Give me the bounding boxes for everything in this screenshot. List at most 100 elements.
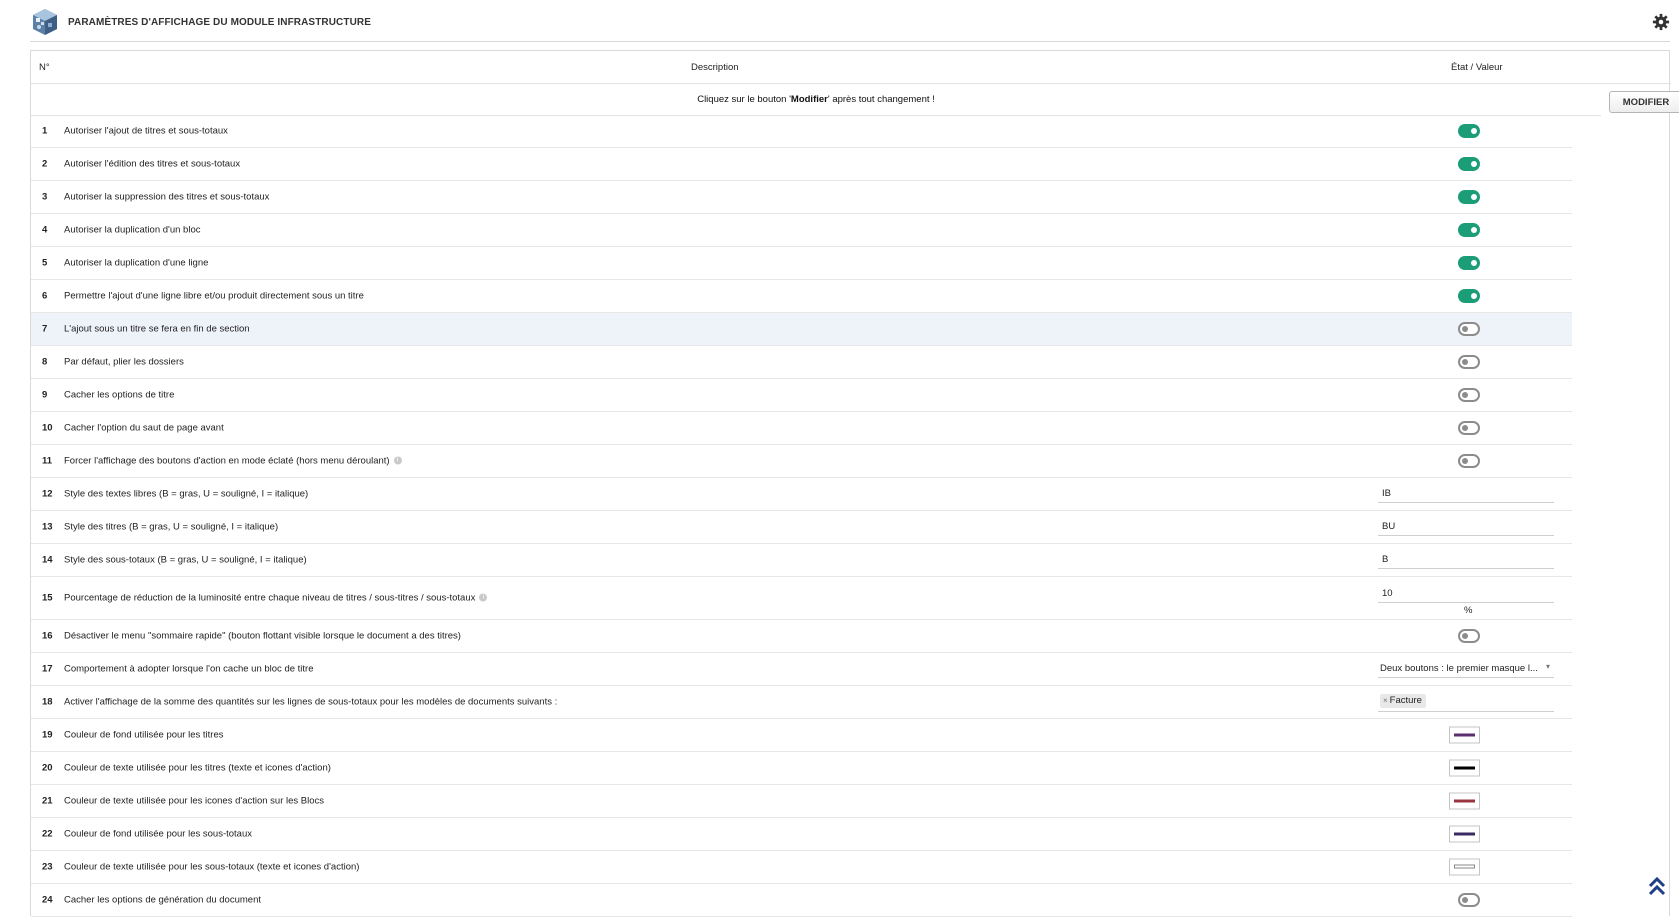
table-row: 6 Permettre l'ajout d'une ligne libre et/… (31, 280, 1572, 313)
table-row: 22 Couleur de fond utilisée pour les sous… (31, 818, 1572, 851)
toggle-switch-off[interactable] (1458, 355, 1480, 369)
row-description: Autoriser l'édition des titres et sous-t… (64, 159, 240, 170)
double-chevron-up-icon[interactable] (1646, 875, 1668, 897)
row-number: 5 (42, 257, 48, 269)
row-description-text: Autoriser l'édition des titres et sous-t… (64, 158, 241, 170)
color-swatch (1454, 733, 1475, 737)
value-input[interactable] (1378, 551, 1554, 569)
color-swatch (1454, 766, 1475, 770)
row-description: Autoriser la suppression des titres et s… (64, 192, 269, 203)
modify-notice: Cliquez sur le bouton 'Modifier' après t… (31, 94, 1601, 105)
toggle-switch-on[interactable] (1458, 223, 1480, 237)
toggle-switch-on[interactable] (1458, 289, 1480, 303)
row-description: Pourcentage de réduction de la luminosit… (64, 592, 488, 604)
table-row: 11 Forcer l'affichage des boutons d'actio… (31, 445, 1572, 478)
row-number: 8 (42, 356, 48, 368)
value-input[interactable] (1378, 485, 1554, 503)
color-picker[interactable] (1449, 792, 1480, 810)
row-description-text: Couleur de fond utilisée pour les sous-t… (64, 828, 253, 840)
module-cube-icon (33, 9, 57, 35)
toggle-switch-off[interactable] (1458, 893, 1480, 907)
toggle-switch-off[interactable] (1458, 421, 1480, 435)
row-description: Cacher les options de titre (64, 390, 174, 401)
row-number: 6 (42, 290, 48, 302)
color-picker[interactable] (1449, 726, 1480, 744)
table-row: 13 Style des titres (B = gras, U = soulig… (31, 511, 1572, 544)
toggle-switch-on[interactable] (1458, 157, 1480, 171)
row-number: 2 (42, 158, 48, 170)
table-row: 4 Autoriser la duplication d'un bloc (31, 214, 1572, 247)
row-number: 20 (42, 762, 53, 774)
row-number: 4 (42, 224, 48, 236)
behavior-select[interactable]: Deux boutons : le premier masque l... ▾ (1378, 660, 1554, 678)
row-description-text: Cacher les options de génération du docu… (64, 894, 261, 906)
row-description: Style des titres (B = gras, U = souligné… (64, 522, 278, 533)
row-description-text: Autoriser la duplication d'une ligne (64, 257, 209, 269)
row-description-text: Couleur de texte utilisée pour les icone… (64, 795, 325, 807)
table-row: 12 Style des textes libres (B = gras, U =… (31, 478, 1572, 511)
color-picker[interactable] (1449, 759, 1480, 777)
row-description-text: L'ajout sous un titre se fera en fin de … (64, 323, 250, 335)
value-input[interactable] (1378, 518, 1554, 536)
row-description-text: Autoriser l'ajout de titres et sous-tota… (64, 125, 228, 137)
row-description: Autoriser la duplication d'une ligne (64, 258, 208, 269)
row-description: Couleur de fond utilisée pour les sous-t… (64, 829, 252, 840)
row-description: Couleur de texte utilisée pour les titre… (64, 763, 331, 774)
info-icon[interactable]: i (393, 456, 402, 465)
notice-suffix: ' après tout changement ! (827, 94, 935, 105)
toggle-switch-off[interactable] (1458, 388, 1480, 402)
toggle-switch-on[interactable] (1458, 190, 1480, 204)
row-description-text: Autoriser la duplication d'un bloc (64, 224, 201, 236)
toggle-switch-on[interactable] (1458, 256, 1480, 270)
table-row: 14 Style des sous-totaux (B = gras, U = s… (31, 544, 1572, 577)
toggle-switch-on[interactable] (1458, 124, 1480, 138)
notice-row: Cliquez sur le bouton 'Modifier' après t… (31, 83, 1601, 116)
row-description: Par défaut, plier les dossiers (64, 357, 184, 368)
document-model-multiselect[interactable]: × Facture (1378, 692, 1554, 712)
color-picker[interactable] (1449, 858, 1480, 876)
row-description-text: Forcer l'affichage des boutons d'action … (64, 455, 390, 467)
info-icon[interactable]: i (479, 593, 488, 602)
row-number: 11 (42, 455, 53, 467)
row-description-text: Couleur de texte utilisée pour les titre… (64, 762, 331, 774)
row-description-text: Cacher les options de titre (64, 389, 175, 401)
row-description-text: Permettre l'ajout d'une ligne libre et/o… (64, 290, 364, 302)
row-description: Autoriser l'ajout de titres et sous-tota… (64, 126, 228, 137)
column-header-description: Description (691, 62, 739, 73)
row-description: Permettre l'ajout d'une ligne libre et/o… (64, 291, 364, 302)
column-header-number: N° (39, 62, 50, 73)
toggle-switch-off[interactable] (1458, 629, 1480, 643)
remove-tag-icon[interactable]: × (1383, 696, 1388, 705)
row-description: Activer l'affichage de la somme des quan… (64, 697, 557, 708)
row-description: Forcer l'affichage des boutons d'action … (64, 456, 402, 467)
modify-button[interactable]: MODIFIER (1609, 91, 1679, 113)
gear-icon[interactable] (1652, 13, 1670, 31)
row-description-text: Couleur de fond utilisée pour les titres (64, 729, 224, 741)
color-swatch (1454, 799, 1475, 803)
row-description-text: Pourcentage de réduction de la luminosit… (64, 592, 476, 604)
row-number: 3 (42, 191, 48, 203)
row-description-text: Style des textes libres (B = gras, U = s… (64, 488, 309, 500)
table-row: 10 Cacher l'option du saut de page avant (31, 412, 1572, 445)
row-number: 14 (42, 554, 53, 566)
table-row: 15 Pourcentage de réduction de la luminos… (31, 577, 1572, 620)
value-input[interactable] (1378, 585, 1554, 603)
row-description: Autoriser la duplication d'un bloc (64, 225, 200, 236)
toggle-switch-off[interactable] (1458, 322, 1480, 336)
table-row: 1 Autoriser l'ajout de titres et sous-tot… (31, 115, 1572, 148)
color-swatch (1454, 864, 1475, 869)
toggle-switch-off[interactable] (1458, 454, 1480, 468)
color-picker[interactable] (1449, 825, 1480, 843)
column-header-value: État / Valeur (1451, 62, 1503, 73)
row-description-text: Couleur de texte utilisée pour les sous-… (64, 861, 360, 873)
row-number: 7 (42, 323, 48, 335)
row-number: 15 (42, 592, 53, 604)
table-row: 18 Activer l'affichage de la somme des qu… (31, 686, 1572, 719)
caret-down-icon: ▾ (1545, 662, 1550, 671)
table-header: N° Description État / Valeur (31, 51, 1671, 84)
tag-label: Facture (1389, 695, 1422, 706)
row-number: 22 (42, 828, 53, 840)
row-description: Style des sous-totaux (B = gras, U = sou… (64, 555, 307, 566)
row-description-text: Autoriser la suppression des titres et s… (64, 191, 270, 203)
row-description: Couleur de texte utilisée pour les sous-… (64, 862, 359, 873)
